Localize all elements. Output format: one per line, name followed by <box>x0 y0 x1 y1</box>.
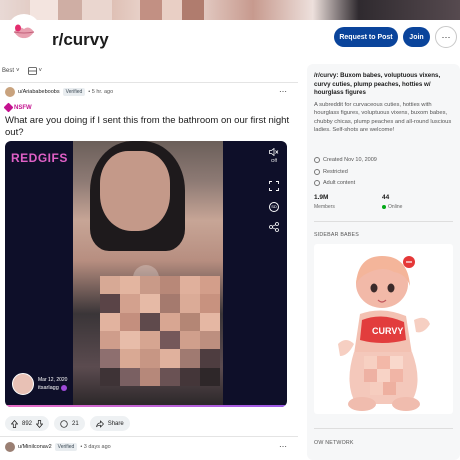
post-time: • 5 hr. ago <box>88 89 114 95</box>
post-title[interactable]: What are you doing if I sent this from t… <box>5 115 295 139</box>
online-count: 44 <box>382 194 390 201</box>
sort-dropdown[interactable]: Best ˅ <box>2 68 20 74</box>
speaker-muted-icon <box>269 147 279 157</box>
downvote-icon[interactable] <box>36 419 44 428</box>
divider <box>0 82 298 83</box>
comment-count: 21 <box>72 420 79 427</box>
video-progress-fill <box>5 405 287 407</box>
verified-badge: Verified <box>54 443 78 451</box>
share-label: Share <box>107 420 124 427</box>
view-dropdown[interactable]: ˅ <box>27 67 43 75</box>
online-indicator: Online <box>382 204 402 210</box>
subreddit-title: r/curvy <box>52 30 109 49</box>
ow-network-heading: OW NETWORK <box>314 440 354 446</box>
divider <box>314 221 453 222</box>
mute-button[interactable]: Off <box>267 147 281 163</box>
vote-control[interactable]: 892 <box>5 416 50 431</box>
subreddit-avatar[interactable] <box>7 14 41 48</box>
fullscreen-icon <box>269 181 279 191</box>
cartoon-illustration: CURVY <box>338 256 430 411</box>
avatar[interactable] <box>5 442 15 452</box>
request-to-post-button[interactable]: Request to Post <box>334 27 398 47</box>
more-options-button[interactable]: ⋯ <box>435 26 457 48</box>
creator-avatar <box>12 373 34 395</box>
illustration-shirt-text: CURVY <box>372 326 403 336</box>
upvote-icon[interactable] <box>11 419 18 428</box>
verified-check-icon <box>60 385 67 391</box>
mute-label: Off <box>271 158 277 163</box>
fullscreen-button[interactable] <box>267 181 281 193</box>
avatar[interactable] <box>5 87 15 97</box>
page: r/curvy Request to Post Join ⋯ Best ˅ ˅ … <box>0 0 460 460</box>
verified-badge: Verified <box>62 88 86 96</box>
online-label: Online <box>388 204 403 210</box>
censor-mosaic <box>100 276 220 386</box>
divider <box>314 428 453 429</box>
nsfw-icon <box>3 102 14 113</box>
sort-label: Best <box>2 68 15 74</box>
created-date: Created Nov 10, 2009 <box>323 157 377 163</box>
join-button[interactable]: Join <box>403 27 430 47</box>
sidebar-title: /r/curvy: Buxom babes, voluptuous vixens… <box>314 72 441 96</box>
quality-button[interactable]: SD <box>267 201 281 212</box>
share-video-button[interactable] <box>267 222 281 234</box>
nsfw-tag: NSFW <box>3 102 32 113</box>
restricted-info: Restricted <box>314 169 348 175</box>
share-nodes-icon <box>269 222 279 232</box>
chevron-down-icon: ˅ <box>38 68 43 74</box>
subreddit-sidebar: /r/curvy: Buxom babes, voluptuous vixens… <box>307 64 460 460</box>
video-frame-face <box>100 151 170 231</box>
post-menu-button[interactable]: ⋯ <box>279 87 287 96</box>
subreddit-banner <box>0 0 460 20</box>
video-creator[interactable]: Mar 12, 2020 itsarlagg <box>12 373 67 395</box>
lock-icon <box>314 169 320 175</box>
lips-icon <box>13 24 35 39</box>
quality-badge: SD <box>269 202 279 212</box>
divider <box>0 436 298 437</box>
online-dot-icon <box>382 205 386 209</box>
sidebar-babes-image[interactable]: CURVY <box>314 244 453 414</box>
created-info: Created Nov 10, 2009 <box>314 157 377 163</box>
nsfw-label: NSFW <box>14 104 32 111</box>
share-button[interactable]: Share <box>89 416 130 431</box>
post-video[interactable]: REDGIFS Off SD Mar 12, 2020 itsarlagg <box>5 141 287 407</box>
post-meta: u/Ariababeboobs Verified • 5 hr. ago <box>5 87 113 97</box>
redgifs-logo[interactable]: REDGIFS <box>11 151 68 165</box>
creator-handle: itsarlagg <box>38 385 59 391</box>
creator-date: Mar 12, 2020 <box>38 377 68 383</box>
eye-icon <box>314 180 320 186</box>
sidebar-description: A subreddit for curvaceous cuties, hotti… <box>314 102 452 133</box>
adult-info: Adult content <box>314 180 355 186</box>
members-label: Members <box>314 204 335 210</box>
view-layout-icon <box>27 67 37 75</box>
chevron-down-icon: ˅ <box>16 68 20 74</box>
vote-count: 892 <box>22 420 33 427</box>
sort-bar: Best ˅ ˅ <box>2 64 42 78</box>
members-count: 1.9M <box>314 194 329 201</box>
next-post-author[interactable]: u/Minilconav2 <box>18 444 52 450</box>
sidebar-babes-heading: SIDEBAR BABES <box>314 232 359 238</box>
video-progress-bar[interactable] <box>5 405 287 407</box>
cake-icon <box>314 157 320 163</box>
share-arrow-icon <box>95 419 104 428</box>
comment-icon <box>60 419 68 428</box>
next-post-time: • 3 days ago <box>80 444 111 450</box>
post-actions: 892 21 Share <box>5 416 130 431</box>
next-post-menu-button[interactable]: ⋯ <box>279 442 287 451</box>
comments-button[interactable]: 21 <box>54 416 85 431</box>
next-post-meta: u/Minilconav2 Verified • 3 days ago <box>5 442 111 452</box>
restricted-label: Restricted <box>323 169 348 175</box>
adult-label: Adult content <box>323 180 356 186</box>
post-author[interactable]: u/Ariababeboobs <box>18 89 60 95</box>
